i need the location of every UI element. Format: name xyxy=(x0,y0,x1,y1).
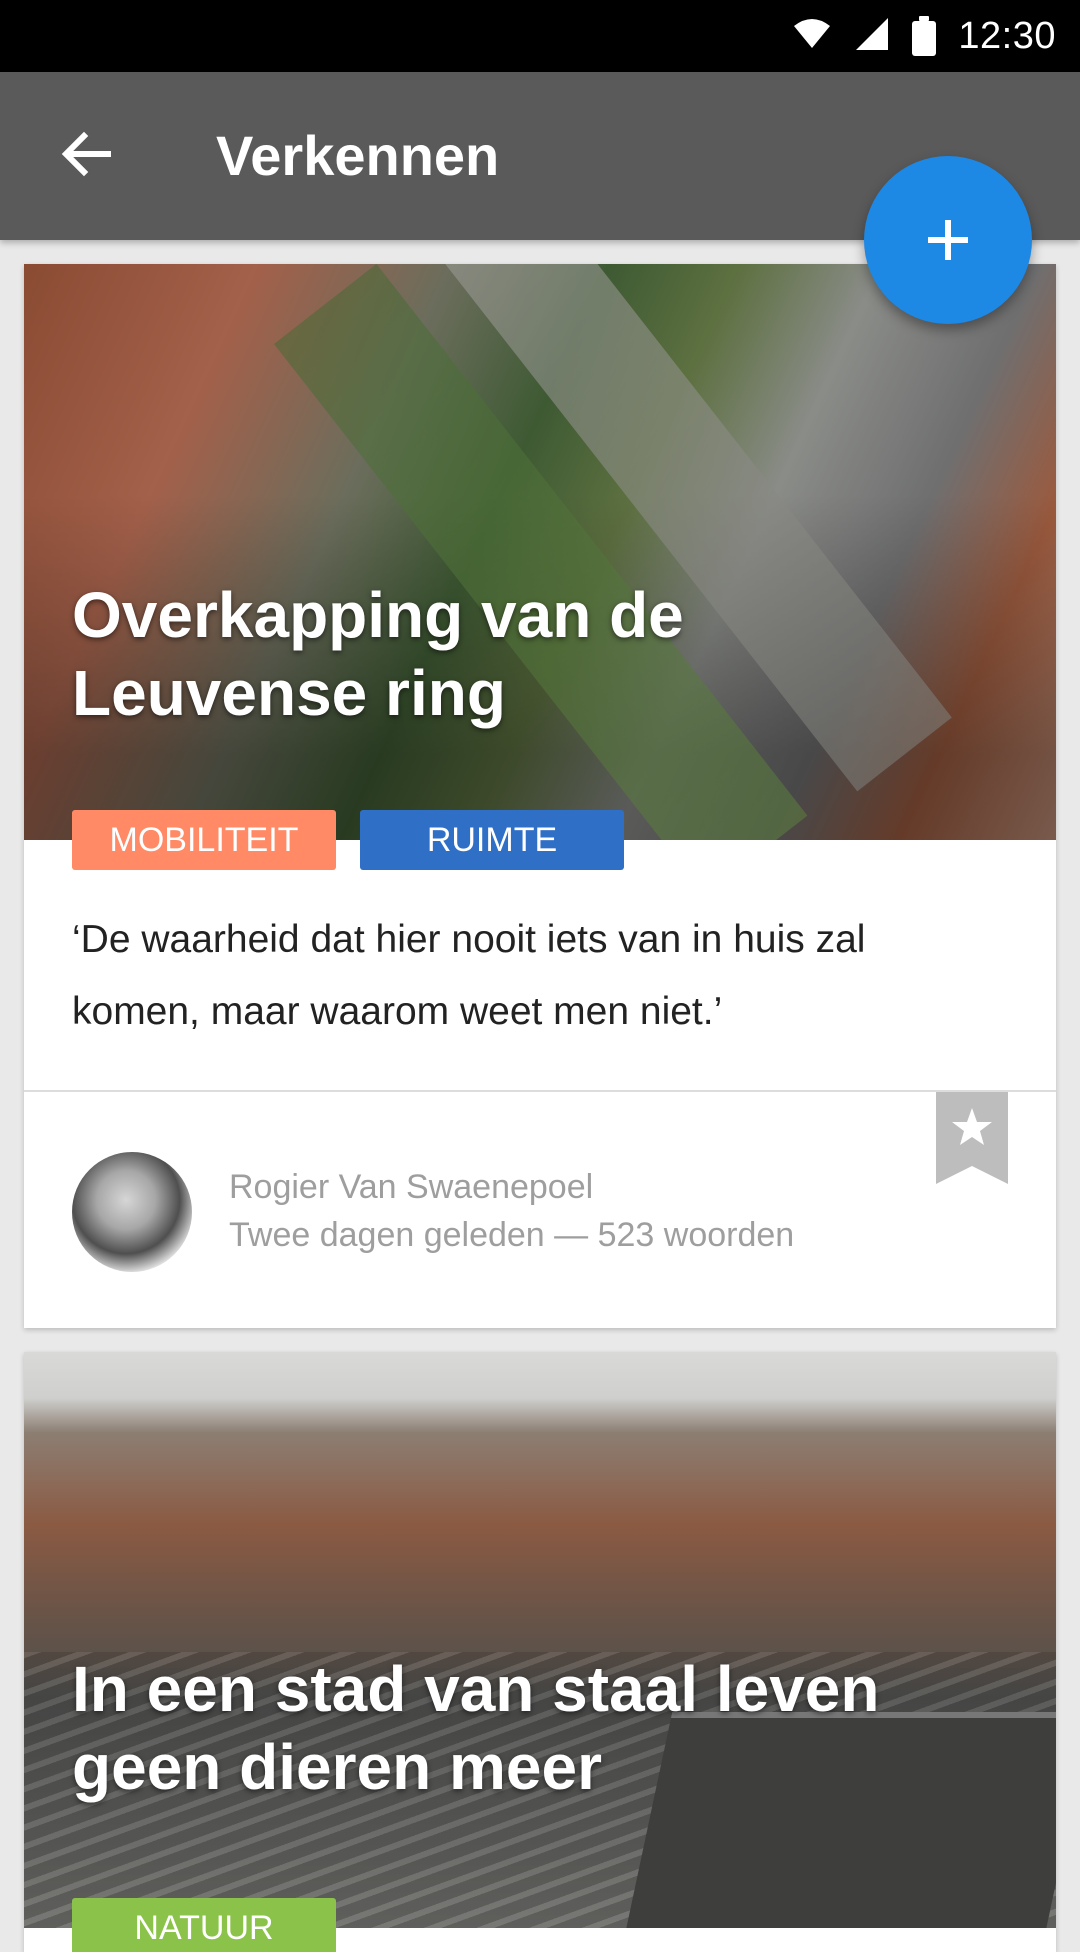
star-bookmark-icon xyxy=(936,1092,1008,1184)
tag-natuur[interactable]: NATUUR xyxy=(72,1898,336,1952)
arrow-left-icon xyxy=(61,131,111,177)
battery-icon xyxy=(912,16,937,56)
plus-icon xyxy=(928,220,968,260)
article-card[interactable]: In een stad van staal leven geen dieren … xyxy=(24,1352,1056,1952)
bookmark-button[interactable] xyxy=(936,1092,1008,1184)
article-meta: Twee dagen geleden — 523 woorden xyxy=(229,1216,795,1254)
status-time: 12:30 xyxy=(958,14,1056,57)
wifi-icon xyxy=(792,18,832,55)
article-hero-image[interactable]: In een stad van staal leven geen dieren … xyxy=(24,1352,1056,1928)
add-button[interactable] xyxy=(864,156,1032,324)
article-quote: ‘De waarheid dat hier nooit iets van in … xyxy=(72,918,866,1033)
page-title: Verkennen xyxy=(216,124,500,187)
status-bar: 12:30 xyxy=(0,0,1080,72)
author-name[interactable]: Rogier Van Swaenepoel xyxy=(229,1168,593,1207)
signal-icon xyxy=(854,16,890,57)
divider xyxy=(24,1090,1056,1092)
article-title: In een stad van staal leven geen dieren … xyxy=(72,1653,880,1803)
avatar[interactable] xyxy=(72,1152,192,1272)
tag-ruimte[interactable]: RUIMTE xyxy=(360,810,624,870)
tag-list: NATUUR xyxy=(72,1898,336,1952)
article-card[interactable]: Overkapping van de Leuvense ring MOBILIT… xyxy=(24,264,1056,1328)
back-button[interactable] xyxy=(54,122,118,186)
article-title: Overkapping van de Leuvense ring xyxy=(72,579,684,729)
status-icons: 12:30 xyxy=(792,0,1056,72)
tag-list: MOBILITEIT RUIMTE xyxy=(72,810,624,870)
article-hero-image[interactable]: Overkapping van de Leuvense ring xyxy=(24,264,1056,840)
tag-mobiliteit[interactable]: MOBILITEIT xyxy=(72,810,336,870)
